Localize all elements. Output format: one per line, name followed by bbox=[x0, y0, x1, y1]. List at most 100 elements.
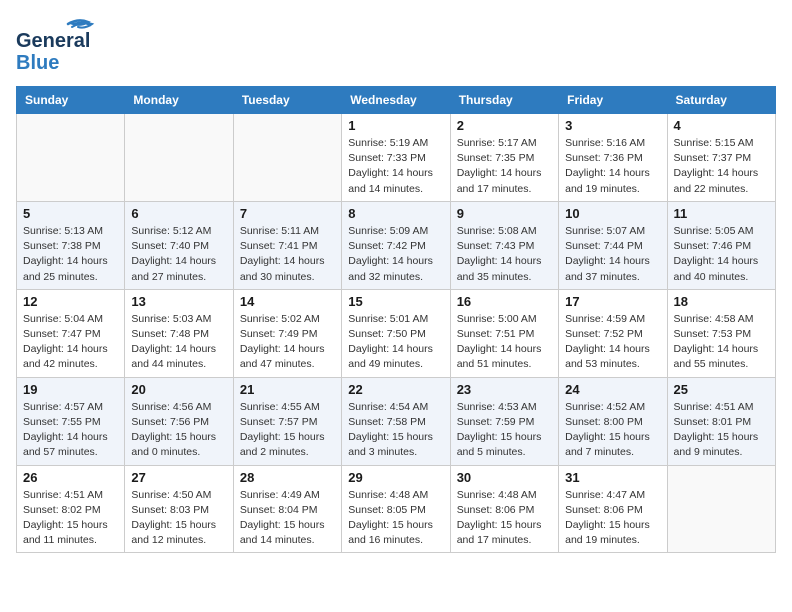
day-number: 20 bbox=[131, 382, 226, 397]
day-info: Sunrise: 4:50 AM Sunset: 8:03 PM Dayligh… bbox=[131, 488, 226, 549]
day-info: Sunrise: 4:57 AM Sunset: 7:55 PM Dayligh… bbox=[23, 400, 118, 461]
calendar-cell: 4Sunrise: 5:15 AM Sunset: 7:37 PM Daylig… bbox=[667, 114, 775, 202]
day-info: Sunrise: 5:19 AM Sunset: 7:33 PM Dayligh… bbox=[348, 136, 443, 197]
day-info: Sunrise: 4:55 AM Sunset: 7:57 PM Dayligh… bbox=[240, 400, 335, 461]
weekday-header: Wednesday bbox=[342, 87, 450, 114]
day-info: Sunrise: 4:49 AM Sunset: 8:04 PM Dayligh… bbox=[240, 488, 335, 549]
calendar-cell: 9 Sunrise: 5:08 AM Sunset: 7:43 PM Daylig… bbox=[450, 201, 558, 289]
day-info: Sunrise: 4:47 AM Sunset: 8:06 PM Dayligh… bbox=[565, 488, 660, 549]
calendar-cell: 3 Sunrise: 5:16 AM Sunset: 7:36 PM Daylig… bbox=[559, 114, 667, 202]
day-number: 24 bbox=[565, 382, 660, 397]
calendar-table: SundayMondayTuesdayWednesdayThursdayFrid… bbox=[16, 86, 776, 553]
day-number: 3 bbox=[565, 118, 660, 133]
day-number: 6 bbox=[131, 206, 226, 221]
calendar-week-row: 26 Sunrise: 4:51 AM Sunset: 8:02 PM Dayli… bbox=[17, 465, 776, 553]
day-info: Sunrise: 4:51 AM Sunset: 8:02 PM Dayligh… bbox=[23, 488, 118, 549]
calendar-cell: 26 Sunrise: 4:51 AM Sunset: 8:02 PM Dayli… bbox=[17, 465, 125, 553]
weekday-header: Tuesday bbox=[233, 87, 341, 114]
calendar-cell: 11Sunrise: 5:05 AM Sunset: 7:46 PM Dayli… bbox=[667, 201, 775, 289]
day-number: 27 bbox=[131, 470, 226, 485]
weekday-header: Monday bbox=[125, 87, 233, 114]
day-info: Sunrise: 5:12 AM Sunset: 7:40 PM Dayligh… bbox=[131, 224, 226, 285]
day-number: 15 bbox=[348, 294, 443, 309]
day-number: 1 bbox=[348, 118, 443, 133]
logo: General Blue bbox=[16, 16, 96, 74]
calendar-cell: 5 Sunrise: 5:13 AM Sunset: 7:38 PM Daylig… bbox=[17, 201, 125, 289]
day-info: Sunrise: 4:58 AM Sunset: 7:53 PM Dayligh… bbox=[674, 312, 769, 373]
day-number: 8 bbox=[348, 206, 443, 221]
calendar-cell: 13 Sunrise: 5:03 AM Sunset: 7:48 PM Dayli… bbox=[125, 289, 233, 377]
day-info: Sunrise: 5:13 AM Sunset: 7:38 PM Dayligh… bbox=[23, 224, 118, 285]
day-info: Sunrise: 4:53 AM Sunset: 7:59 PM Dayligh… bbox=[457, 400, 552, 461]
day-number: 26 bbox=[23, 470, 118, 485]
day-number: 25 bbox=[674, 382, 769, 397]
day-number: 10 bbox=[565, 206, 660, 221]
day-info: Sunrise: 4:51 AM Sunset: 8:01 PM Dayligh… bbox=[674, 400, 769, 461]
day-number: 23 bbox=[457, 382, 552, 397]
day-number: 14 bbox=[240, 294, 335, 309]
day-info: Sunrise: 4:48 AM Sunset: 8:05 PM Dayligh… bbox=[348, 488, 443, 549]
weekday-header: Thursday bbox=[450, 87, 558, 114]
day-number: 18 bbox=[674, 294, 769, 309]
day-info: Sunrise: 5:04 AM Sunset: 7:47 PM Dayligh… bbox=[23, 312, 118, 373]
day-info: Sunrise: 5:16 AM Sunset: 7:36 PM Dayligh… bbox=[565, 136, 660, 197]
calendar-cell: 16 Sunrise: 5:00 AM Sunset: 7:51 PM Dayli… bbox=[450, 289, 558, 377]
calendar-cell: 20 Sunrise: 4:56 AM Sunset: 7:56 PM Dayli… bbox=[125, 377, 233, 465]
calendar-cell: 25 Sunrise: 4:51 AM Sunset: 8:01 PM Dayli… bbox=[667, 377, 775, 465]
calendar-cell: 15 Sunrise: 5:01 AM Sunset: 7:50 PM Dayli… bbox=[342, 289, 450, 377]
day-number: 30 bbox=[457, 470, 552, 485]
calendar-cell: 10 Sunrise: 5:07 AM Sunset: 7:44 PM Dayli… bbox=[559, 201, 667, 289]
calendar-cell: 21Sunrise: 4:55 AM Sunset: 7:57 PM Dayli… bbox=[233, 377, 341, 465]
logo-blue: Blue bbox=[16, 52, 59, 74]
weekday-header: Sunday bbox=[17, 87, 125, 114]
day-info: Sunrise: 5:02 AM Sunset: 7:49 PM Dayligh… bbox=[240, 312, 335, 373]
day-info: Sunrise: 4:56 AM Sunset: 7:56 PM Dayligh… bbox=[131, 400, 226, 461]
day-number: 2 bbox=[457, 118, 552, 133]
day-number: 5 bbox=[23, 206, 118, 221]
calendar-cell: 6 Sunrise: 5:12 AM Sunset: 7:40 PM Daylig… bbox=[125, 201, 233, 289]
day-info: Sunrise: 4:52 AM Sunset: 8:00 PM Dayligh… bbox=[565, 400, 660, 461]
day-number: 11 bbox=[674, 206, 769, 221]
day-number: 16 bbox=[457, 294, 552, 309]
calendar-cell: 8 Sunrise: 5:09 AM Sunset: 7:42 PM Daylig… bbox=[342, 201, 450, 289]
calendar-cell: 17Sunrise: 4:59 AM Sunset: 7:52 PM Dayli… bbox=[559, 289, 667, 377]
calendar-cell: 29 Sunrise: 4:48 AM Sunset: 8:05 PM Dayli… bbox=[342, 465, 450, 553]
day-number: 19 bbox=[23, 382, 118, 397]
calendar-cell: 24 Sunrise: 4:52 AM Sunset: 8:00 PM Dayli… bbox=[559, 377, 667, 465]
day-info: Sunrise: 5:01 AM Sunset: 7:50 PM Dayligh… bbox=[348, 312, 443, 373]
day-number: 13 bbox=[131, 294, 226, 309]
day-number: 31 bbox=[565, 470, 660, 485]
day-info: Sunrise: 5:08 AM Sunset: 7:43 PM Dayligh… bbox=[457, 224, 552, 285]
calendar-cell: 30Sunrise: 4:48 AM Sunset: 8:06 PM Dayli… bbox=[450, 465, 558, 553]
logo-general: General bbox=[16, 30, 90, 52]
day-info: Sunrise: 5:17 AM Sunset: 7:35 PM Dayligh… bbox=[457, 136, 552, 197]
calendar-cell: 7 Sunrise: 5:11 AM Sunset: 7:41 PM Daylig… bbox=[233, 201, 341, 289]
day-number: 29 bbox=[348, 470, 443, 485]
day-info: Sunrise: 5:11 AM Sunset: 7:41 PM Dayligh… bbox=[240, 224, 335, 285]
calendar-cell: 2 Sunrise: 5:17 AM Sunset: 7:35 PM Daylig… bbox=[450, 114, 558, 202]
calendar-cell: 14 Sunrise: 5:02 AM Sunset: 7:49 PM Dayli… bbox=[233, 289, 341, 377]
calendar-cell bbox=[233, 114, 341, 202]
calendar-cell: 31 Sunrise: 4:47 AM Sunset: 8:06 PM Dayli… bbox=[559, 465, 667, 553]
day-number: 12 bbox=[23, 294, 118, 309]
day-info: Sunrise: 4:54 AM Sunset: 7:58 PM Dayligh… bbox=[348, 400, 443, 461]
day-info: Sunrise: 5:00 AM Sunset: 7:51 PM Dayligh… bbox=[457, 312, 552, 373]
day-number: 9 bbox=[457, 206, 552, 221]
day-info: Sunrise: 5:09 AM Sunset: 7:42 PM Dayligh… bbox=[348, 224, 443, 285]
calendar-week-row: 19 Sunrise: 4:57 AM Sunset: 7:55 PM Dayli… bbox=[17, 377, 776, 465]
day-number: 17 bbox=[565, 294, 660, 309]
calendar-week-row: 5 Sunrise: 5:13 AM Sunset: 7:38 PM Daylig… bbox=[17, 201, 776, 289]
calendar-cell: 23 Sunrise: 4:53 AM Sunset: 7:59 PM Dayli… bbox=[450, 377, 558, 465]
day-info: Sunrise: 5:03 AM Sunset: 7:48 PM Dayligh… bbox=[131, 312, 226, 373]
calendar-cell bbox=[667, 465, 775, 553]
weekday-header: Friday bbox=[559, 87, 667, 114]
day-number: 7 bbox=[240, 206, 335, 221]
calendar-cell: 28Sunrise: 4:49 AM Sunset: 8:04 PM Dayli… bbox=[233, 465, 341, 553]
calendar-cell bbox=[125, 114, 233, 202]
day-info: Sunrise: 5:07 AM Sunset: 7:44 PM Dayligh… bbox=[565, 224, 660, 285]
calendar-cell: 18 Sunrise: 4:58 AM Sunset: 7:53 PM Dayli… bbox=[667, 289, 775, 377]
calendar-cell: 22 Sunrise: 4:54 AM Sunset: 7:58 PM Dayli… bbox=[342, 377, 450, 465]
weekday-header: Saturday bbox=[667, 87, 775, 114]
day-info: Sunrise: 5:15 AM Sunset: 7:37 PM Dayligh… bbox=[674, 136, 769, 197]
day-number: 22 bbox=[348, 382, 443, 397]
